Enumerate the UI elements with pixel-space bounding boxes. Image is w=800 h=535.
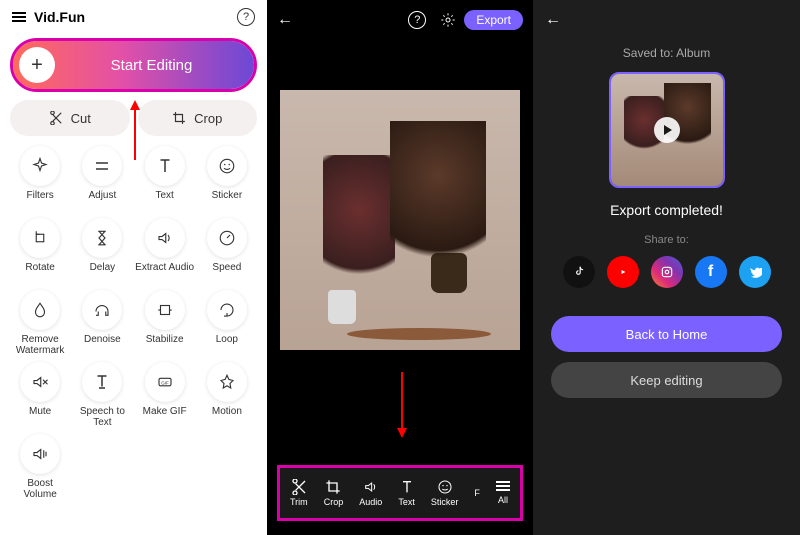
svg-text:GIF: GIF: [161, 380, 169, 385]
gauge-icon: [218, 229, 236, 247]
export-button[interactable]: Export: [464, 10, 523, 30]
start-editing-highlight: + Start Editing: [10, 38, 257, 92]
volume-up-icon: [31, 445, 49, 463]
start-editing-label: Start Editing: [55, 57, 248, 74]
tool-stabilize[interactable]: Stabilize: [135, 290, 195, 356]
stabilize-icon: [156, 301, 174, 319]
drop-icon: [31, 301, 49, 319]
crop-icon: [172, 111, 186, 125]
tool-boost-volume[interactable]: Boost Volume: [10, 434, 70, 500]
tool-make-gif[interactable]: GIFMake GIF: [135, 362, 195, 428]
share-youtube[interactable]: [607, 256, 639, 288]
keep-editing-button[interactable]: Keep editing: [551, 362, 782, 398]
settings-icon[interactable]: [440, 12, 456, 28]
export-thumbnail[interactable]: [609, 72, 725, 188]
toolbar-all[interactable]: All: [496, 481, 510, 505]
crop-icon: [325, 479, 341, 495]
sparkle-icon: [31, 157, 49, 175]
preview-image: [280, 90, 520, 350]
star-icon: [218, 373, 236, 391]
share-instagram[interactable]: [651, 256, 683, 288]
export-completed-label: Export completed!: [533, 202, 800, 218]
text-icon: [156, 157, 174, 175]
share-tiktok[interactable]: [563, 256, 595, 288]
tool-filters[interactable]: Filters: [10, 146, 70, 212]
tool-speed[interactable]: Speed: [197, 218, 257, 284]
loop-icon: [218, 301, 236, 319]
tool-adjust[interactable]: Adjust: [72, 146, 132, 212]
mute-icon: [31, 373, 49, 391]
plus-icon: +: [19, 47, 55, 83]
rotate-icon: [31, 229, 49, 247]
scissors-icon: [291, 479, 307, 495]
toolbar-trim[interactable]: Trim: [290, 479, 308, 507]
menu-icon: [496, 481, 510, 491]
instagram-icon: [660, 265, 674, 279]
toolbar-text[interactable]: Text: [398, 479, 415, 507]
tool-extract-audio[interactable]: Extract Audio: [135, 218, 195, 284]
hourglass-icon: [93, 229, 111, 247]
tool-delay[interactable]: Delay: [72, 218, 132, 284]
scissors-icon: [49, 111, 63, 125]
annotation-arrow-up: [130, 100, 140, 160]
back-to-home-button[interactable]: Back to Home: [551, 316, 782, 352]
editor-toolbar-highlight: Trim Crop Audio Text Sticker F All: [277, 465, 523, 521]
tool-denoise[interactable]: Denoise: [72, 290, 132, 356]
annotation-arrow-down: [397, 372, 407, 438]
back-button[interactable]: ←: [545, 11, 561, 29]
video-preview[interactable]: [280, 46, 520, 426]
saved-to-label: Saved to: Album: [533, 46, 800, 60]
share-facebook[interactable]: f: [695, 256, 727, 288]
volume-icon: [156, 229, 174, 247]
volume-icon: [363, 479, 379, 495]
smile-icon: [218, 157, 236, 175]
tool-remove-watermark[interactable]: Remove Watermark: [10, 290, 70, 356]
twitter-icon: [748, 265, 762, 279]
play-icon: [654, 117, 680, 143]
gif-icon: GIF: [156, 373, 174, 391]
toolbar-sticker[interactable]: Sticker: [431, 479, 459, 507]
tool-sticker[interactable]: Sticker: [197, 146, 257, 212]
text-icon: [399, 479, 415, 495]
tiktok-icon: [572, 265, 586, 279]
tool-mute[interactable]: Mute: [10, 362, 70, 428]
smile-icon: [437, 479, 453, 495]
tool-rotate[interactable]: Rotate: [10, 218, 70, 284]
youtube-icon: [617, 266, 629, 278]
tool-speech-to-text[interactable]: Speech to Text: [72, 362, 132, 428]
share-twitter[interactable]: [739, 256, 771, 288]
cut-button[interactable]: Cut: [10, 100, 130, 136]
toolbar-partial[interactable]: F: [474, 488, 480, 498]
toolbar-crop[interactable]: Crop: [324, 479, 344, 507]
speech-icon: [93, 373, 111, 391]
tool-text[interactable]: Text: [135, 146, 195, 212]
app-title: Vid.Fun: [34, 9, 85, 25]
share-to-label: Share to:: [533, 234, 800, 246]
start-editing-button[interactable]: + Start Editing: [13, 41, 254, 89]
headphone-icon: [93, 301, 111, 319]
toolbar-audio[interactable]: Audio: [359, 479, 382, 507]
tool-loop[interactable]: Loop: [197, 290, 257, 356]
back-button[interactable]: ←: [277, 11, 293, 29]
sliders-icon: [93, 157, 111, 175]
help-icon[interactable]: ?: [408, 11, 426, 29]
crop-button[interactable]: Crop: [138, 100, 258, 136]
menu-icon[interactable]: [12, 12, 26, 22]
help-icon[interactable]: ?: [237, 8, 255, 26]
tool-motion[interactable]: Motion: [197, 362, 257, 428]
